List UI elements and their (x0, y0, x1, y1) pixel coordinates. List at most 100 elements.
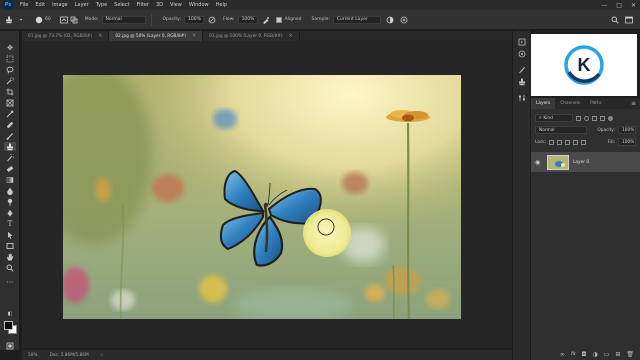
brush-tool-icon[interactable] (4, 131, 16, 140)
lock-position-icon[interactable] (565, 139, 571, 145)
quick-mask-icon[interactable] (4, 341, 16, 350)
close-icon[interactable]: × (192, 33, 196, 39)
tab-document-2[interactable]: 02.jpg @ 50% (Layer 0, RGB/8#) × (109, 31, 204, 41)
default-colors-icon[interactable]: ◧ (4, 309, 16, 318)
tab-layers[interactable]: Layers (531, 98, 556, 109)
search-icon[interactable] (610, 15, 620, 25)
panel-menu-icon[interactable]: ≡ (631, 100, 636, 107)
zoom-level[interactable]: 50% (28, 353, 38, 358)
document-info[interactable]: Doc: 5.86M/5.86M (50, 353, 89, 358)
fx-icon[interactable]: fx (571, 351, 576, 357)
eyedropper-tool-icon[interactable] (4, 109, 16, 118)
folder-icon[interactable]: ▭ (604, 351, 610, 358)
minimize-button[interactable]: — (601, 2, 607, 9)
healing-brush-tool-icon[interactable] (4, 120, 16, 129)
workspace-icon[interactable] (624, 15, 634, 25)
menu-type[interactable]: Type (96, 2, 107, 8)
menu-view[interactable]: View (170, 2, 182, 8)
link-icon[interactable]: ∞ (560, 351, 565, 358)
brushes-icon[interactable] (517, 65, 527, 74)
canvas-area[interactable] (22, 41, 512, 348)
close-icon[interactable]: × (98, 33, 102, 39)
menu-select[interactable]: Select (114, 2, 129, 8)
move-tool-icon[interactable]: ✥ (4, 43, 16, 52)
shape-filter-icon[interactable] (600, 115, 605, 121)
layer-opacity-input[interactable]: 100% (618, 126, 636, 134)
foreground-color-swatch[interactable] (4, 321, 13, 330)
marquee-tool-icon[interactable] (4, 54, 16, 63)
adjustment-icon[interactable]: ◑ (592, 351, 597, 358)
tab-document-3[interactable]: 03.jpg @ 100% (Layer 0, RGB/8#) × (203, 31, 300, 41)
chevron-right-icon[interactable]: › (101, 353, 103, 358)
clone-source-icon[interactable] (69, 15, 79, 25)
clone-stamp-icon[interactable] (4, 15, 14, 25)
ignore-adjustment-icon[interactable] (385, 15, 395, 25)
gradient-tool-icon[interactable] (4, 175, 16, 184)
pen-tool-icon[interactable] (4, 208, 16, 217)
layer-name[interactable]: Layer 0 (573, 160, 589, 165)
more-tools-icon[interactable]: ⋯ (4, 277, 16, 286)
menu-image[interactable]: Image (52, 2, 68, 8)
clone-source-icon[interactable] (517, 77, 527, 86)
visibility-eye-icon[interactable]: ◉ (535, 159, 543, 166)
zoom-tool-icon[interactable] (4, 263, 16, 272)
crop-tool-icon[interactable] (4, 87, 16, 96)
quick-selection-tool-icon[interactable] (4, 76, 16, 85)
lock-pixels-icon[interactable] (557, 139, 563, 145)
adjustments-icon[interactable] (517, 93, 527, 102)
type-filter-icon[interactable] (592, 115, 597, 121)
menu-file[interactable]: File (20, 2, 28, 8)
aligned-checkbox[interactable] (275, 16, 282, 23)
airbrush-icon[interactable] (261, 15, 271, 25)
swatches-icon[interactable] (517, 49, 527, 58)
close-button[interactable]: ✕ (631, 2, 636, 9)
menu-help[interactable]: Help (216, 2, 227, 8)
layer-item[interactable]: ◉ Layer 0 (531, 152, 640, 172)
tab-document-1[interactable]: 01.jpg @ 73.7% (02, RGB/8#) × (22, 31, 110, 41)
lock-artboard-icon[interactable] (573, 139, 579, 145)
tab-channels[interactable]: Channels (555, 98, 585, 109)
frame-tool-icon[interactable] (4, 98, 16, 107)
chevron-down-icon[interactable]: ▾ (16, 15, 26, 25)
type-tool-icon[interactable]: T (4, 219, 16, 228)
flow-input[interactable]: 100% (237, 15, 258, 24)
pressure-size-icon[interactable] (399, 15, 409, 25)
blend-mode-select[interactable]: Normal (535, 126, 587, 134)
history-brush-tool-icon[interactable] (4, 153, 16, 162)
mask-icon[interactable]: ◘ (582, 351, 587, 358)
maximize-button[interactable]: □ (616, 2, 622, 9)
opacity-input[interactable]: 100% (184, 15, 205, 24)
dodge-tool-icon[interactable] (4, 197, 16, 206)
hand-tool-icon[interactable] (4, 252, 16, 261)
layer-thumbnail[interactable] (547, 154, 569, 170)
mode-select[interactable]: Normal (101, 15, 146, 24)
menu-3d[interactable]: 3D (156, 2, 163, 8)
blur-tool-icon[interactable] (4, 186, 16, 195)
lasso-tool-icon[interactable] (4, 65, 16, 74)
menu-window[interactable]: Window (189, 2, 209, 8)
lock-all-icon[interactable] (581, 139, 587, 145)
document-canvas[interactable] (63, 75, 461, 319)
pixel-filter-icon[interactable] (576, 115, 581, 121)
history-icon[interactable] (517, 37, 527, 46)
close-icon[interactable]: × (289, 33, 293, 39)
lock-transparency-icon[interactable] (549, 139, 555, 145)
pressure-opacity-icon[interactable] (207, 15, 217, 25)
clone-stamp-tool-icon[interactable] (4, 142, 16, 151)
brush-preset-icon[interactable] (34, 15, 44, 25)
brush-settings-icon[interactable] (59, 15, 69, 25)
new-layer-icon[interactable]: ⊞ (615, 351, 620, 358)
menu-layer[interactable]: Layer (75, 2, 89, 8)
kind-filter-select[interactable]: ⌕ Kind (535, 114, 573, 122)
tab-paths[interactable]: Paths (585, 98, 607, 109)
trash-icon[interactable]: 🗑 (626, 351, 634, 358)
adjustment-filter-icon[interactable] (584, 115, 589, 121)
rectangle-tool-icon[interactable] (4, 241, 16, 250)
menu-edit[interactable]: Edit (35, 2, 45, 8)
eraser-tool-icon[interactable] (4, 164, 16, 173)
sample-select[interactable]: Current Layer (332, 15, 381, 24)
filter-toggle-icon[interactable] (608, 115, 613, 121)
path-selection-tool-icon[interactable] (4, 230, 16, 239)
menu-filter[interactable]: Filter (137, 2, 149, 8)
fill-input[interactable]: 100% (618, 138, 636, 146)
